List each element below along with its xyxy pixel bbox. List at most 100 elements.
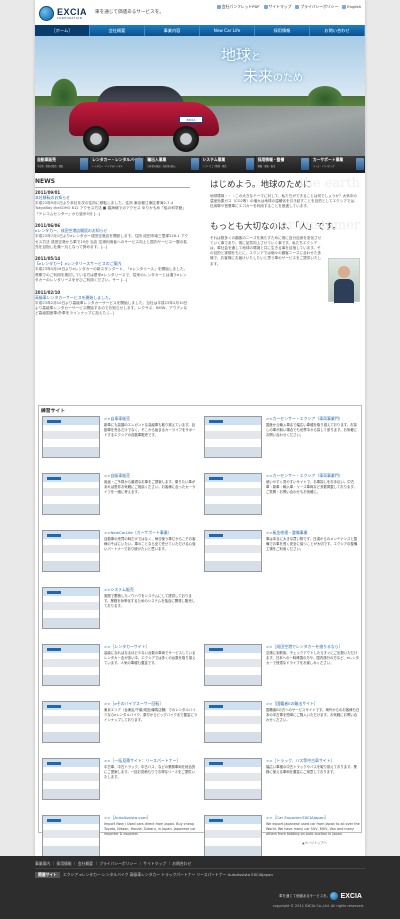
nav-recruit[interactable]: 採用情報: [255, 25, 310, 36]
nav-company[interactable]: 会社概要: [90, 25, 145, 36]
site-screenshot[interactable]: [42, 701, 100, 743]
brochure-link[interactable]: 会社パンフレットPDF: [216, 4, 260, 10]
logo[interactable]: EXCIA CORPORATION: [39, 6, 87, 21]
related-desc: We export Japanese used car from Japan t…: [266, 822, 360, 836]
site-screenshot[interactable]: [204, 530, 262, 572]
related-item[interactable]: >>［レンタカーサイト］ 高級になればなるほど少ない台数の車両でサービスしているレ…: [42, 644, 198, 695]
logo-subtext: CORPORATION: [57, 17, 83, 20]
site-screenshot[interactable]: [204, 473, 262, 515]
site-screenshot[interactable]: [42, 815, 100, 857]
nav-contact[interactable]: お問い合わせ: [310, 25, 365, 36]
tile-system[interactable]: システム事業 ソフトウェア開発・販売: [200, 156, 255, 173]
news-body: 平成23年7月1日よりeレンタカー成田空港店を開設します。住所 成田市南三里塚2…: [35, 234, 189, 250]
tile-rental[interactable]: レンタカー・レンタルバイク レンタカー・バイクのレンタル: [90, 156, 145, 173]
hero-word: 未来: [243, 67, 274, 85]
privacy-link[interactable]: プライバシーポリシー: [295, 4, 338, 10]
related-links[interactable]: エクシア eレンタカー レンタルバイク 高級車レンタカー トラックパートナー リ…: [63, 872, 273, 877]
related-desc: 自動車の売買の時だけではなく、毎日使う車だからこそお客様のそばにいたい。車のこと…: [104, 537, 196, 551]
site-screenshot[interactable]: [42, 758, 100, 800]
related-item[interactable]: >>［国籍者Eの輸出サイト］ 国籍者Eの方へのサービスサイトです。海外からのお客様…: [204, 701, 360, 752]
related-item[interactable]: >>［トラック、バス等中古車サイト］ 幅広い車種の中古トラックやバスを取り揃えてお…: [204, 758, 360, 809]
site-screenshot[interactable]: [204, 758, 262, 800]
nav-home[interactable]: ［ホーム］: [35, 25, 90, 36]
related-item[interactable]: >>［一括見積サイト：リースパートナー］ 中古車、中古トラック、中古バス、などの業…: [42, 758, 198, 809]
tile-car-support[interactable]: カーサポート事業 リース・ドライビング: [310, 156, 366, 173]
related-item[interactable]: >>カーセンサー・エクシア（車両事業門） 国産から輸入車まで幅広い車種を取り揃えて…: [204, 416, 360, 467]
tile-car-sales[interactable]: 自動車販売 中古車・新車の販売・買取: [35, 156, 90, 173]
header: EXCIA CORPORATION 車を通じて価値あるサービスを。 会社パンフレ…: [35, 0, 365, 36]
related-item[interactable]: >>自車車販売 新車にも高額のエレガントな高級車も取り揃えています。目動車を売るだ…: [42, 416, 198, 467]
related-title-link[interactable]: >>［eそのバイクスーサー回転］: [104, 701, 200, 707]
news-section: NEWS 2011/09/01 本社移転のお知らせ 平成23年9月1日より本社を…: [35, 178, 190, 323]
sitemap-icon: [263, 5, 268, 9]
hero-car-image: EXCIA Exporter: [69, 86, 219, 152]
site-screenshot[interactable]: [42, 416, 100, 458]
car-wheel: [83, 126, 109, 152]
car-wheel: [173, 126, 199, 152]
related-desc: 使いやすく見やすいサイトで、お車探しをお手伝い。中古車・新車・輸入車・リース車両…: [266, 480, 357, 494]
related-title-link[interactable]: >>［Car Exporter:EXCIAJapan］: [266, 815, 362, 821]
tile-import-export[interactable]: 輸出入事業 日本車の輸出・海外車の輸入: [145, 156, 200, 173]
footer-links[interactable]: 事業案内 ｜ 採用情報 ｜ 会社概要 ｜ プライバシーポリシー ｜ サイトマップ…: [35, 861, 191, 867]
related-desc: 空港に到着後、チェックアウトしたらすぐにご出発いただけます。日本への一時帰国の方…: [266, 651, 360, 665]
related-title-link[interactable]: >>［成田空港でレンタカーを借りるなら］: [266, 644, 362, 650]
footer-tagline: 車を通じて価値あるサービスを。: [279, 894, 330, 898]
site-screenshot[interactable]: [204, 815, 262, 857]
top-links: 会社パンフレットPDF サイトマップ プライバシーポリシー English: [216, 4, 361, 10]
site-screenshot[interactable]: [42, 644, 100, 686]
english-link[interactable]: English: [342, 4, 361, 10]
about-heading-earth: はじめよう。地球のために the earth: [210, 176, 360, 191]
page-top-link[interactable]: ▲ページトップへ: [302, 840, 327, 845]
related-title-link[interactable]: >>自車車販売: [104, 416, 200, 422]
hero-title-line2: 未来のため: [243, 65, 303, 86]
related-title-link[interactable]: >>［一括見積サイト：リースパートナー］: [104, 758, 200, 764]
about-text-people: それは数多くの顧客のニーズを満たすために常に自分自身を変化させていく事であり、常…: [210, 235, 322, 266]
footer: 事業案内 ｜ 採用情報 ｜ 会社概要 ｜ プライバシーポリシー ｜ サイトマップ…: [0, 856, 400, 919]
nav-business[interactable]: 事業内容: [145, 25, 200, 36]
globe-icon: [342, 5, 347, 9]
about-section: はじめよう。地球のために the earth 地球環境・・・この大きなテーマに対し…: [210, 176, 360, 303]
site-screenshot[interactable]: [42, 473, 100, 515]
related-item[interactable]: >>NewCarLife（カーサポート事業） 自動車の売買の時だけではなく、毎日使…: [42, 530, 198, 581]
nav-newcarlife[interactable]: New Car Life: [200, 25, 255, 36]
related-item[interactable]: >>［eそのバイクスーサー回転］ 東京エリア（台東区/千葉/成田/練馬店舗）でのレ…: [42, 701, 198, 752]
footer-logo-text: EXCIA: [340, 892, 362, 900]
related-item[interactable]: >>板金修理・整備事業 車は本当に大きな買い物です。日頃からのメンテナンスと整備で…: [204, 530, 360, 581]
news-heading: NEWS: [35, 178, 190, 188]
site-screenshot[interactable]: [204, 416, 262, 458]
related-title-link[interactable]: >>［トラック、バス等中古車サイト］: [266, 758, 362, 764]
related-title-link[interactable]: >>［AutoAssista.com］: [104, 815, 200, 821]
related-title-link[interactable]: >>システム販売: [104, 587, 200, 593]
related-item[interactable]: >>［成田空港でレンタカーを借りるなら］ 空港に到着後、チェックアウトしたらすぐに…: [204, 644, 360, 695]
related-title-link[interactable]: >>自販車販売: [104, 473, 200, 479]
tile-thumb: [300, 158, 309, 170]
logo-text: EXCIA: [57, 7, 88, 17]
site-screenshot[interactable]: [204, 701, 262, 743]
related-desc: 新車にも高額のエレガントな高級車も取り揃えています。目動車を売るだけでなく、そこ…: [104, 423, 196, 437]
news-item: 2011/05/14 【eレンタカー】eレンタリースサービスのご案内 平成23年…: [35, 256, 190, 283]
news-item: 2011/06/06 eレンタカー、成田空港店開設のお知らせ 平成23年7月1日…: [35, 223, 190, 250]
staff-photo: [328, 258, 360, 303]
related-title-link[interactable]: >>カーセンサー・エクシア（車両事業門）: [266, 416, 362, 422]
site-screenshot[interactable]: [42, 530, 100, 572]
related-title-link[interactable]: >>［国籍者Eの輸出サイト］: [266, 701, 362, 707]
related-item[interactable]: >>カーセンサー・エクシア（車両事業門） 使いやすく見やすいサイトで、お車探しをお…: [204, 473, 360, 524]
site-screenshot[interactable]: [204, 644, 262, 686]
related-title-link[interactable]: >>カーセンサー・エクシア（車両事業門）: [266, 473, 362, 479]
related-title-link[interactable]: >>板金修理・整備事業: [266, 530, 362, 536]
footer-logo[interactable]: EXCIA: [329, 892, 362, 900]
tile-recruit-maintenance[interactable]: 採用情報・整備 整備・車検・板金: [255, 156, 310, 173]
service-tiles: 自動車販売 中古車・新車の販売・買取 レンタカー・レンタルバイク レンタカー・バイク…: [35, 156, 366, 173]
tile-thumb: [190, 158, 199, 170]
hero-title-line1: 地球と: [221, 44, 261, 65]
related-title-link[interactable]: >>NewCarLife（カーサポート事業）: [104, 530, 200, 536]
related-item[interactable]: >>自販車販売 用途・ご予算から最適なお車をご提案します。乗りたい車があれば是非お…: [42, 473, 198, 524]
sitemap-link[interactable]: サイトマップ: [263, 4, 291, 10]
privacy-icon: [295, 5, 300, 9]
related-item[interactable]: >>システム販売 実際で蓄積したノウハウをシステムにして提供しております。業務を効…: [42, 587, 198, 638]
related-title-link[interactable]: >>［レンタカーサイト］: [104, 644, 200, 650]
related-sites: 練習サイト >>自車車販売 新車にも高額のエレガントな高級車も取り揃えています。目…: [38, 405, 362, 857]
related-desc: 東京エリア（台東区/千葉/成田/練馬店舗）でのレンタルバイクならeレンタルバイク…: [104, 708, 198, 722]
tile-title: 輸出入事業: [147, 157, 167, 162]
site-screenshot[interactable]: [42, 587, 100, 629]
